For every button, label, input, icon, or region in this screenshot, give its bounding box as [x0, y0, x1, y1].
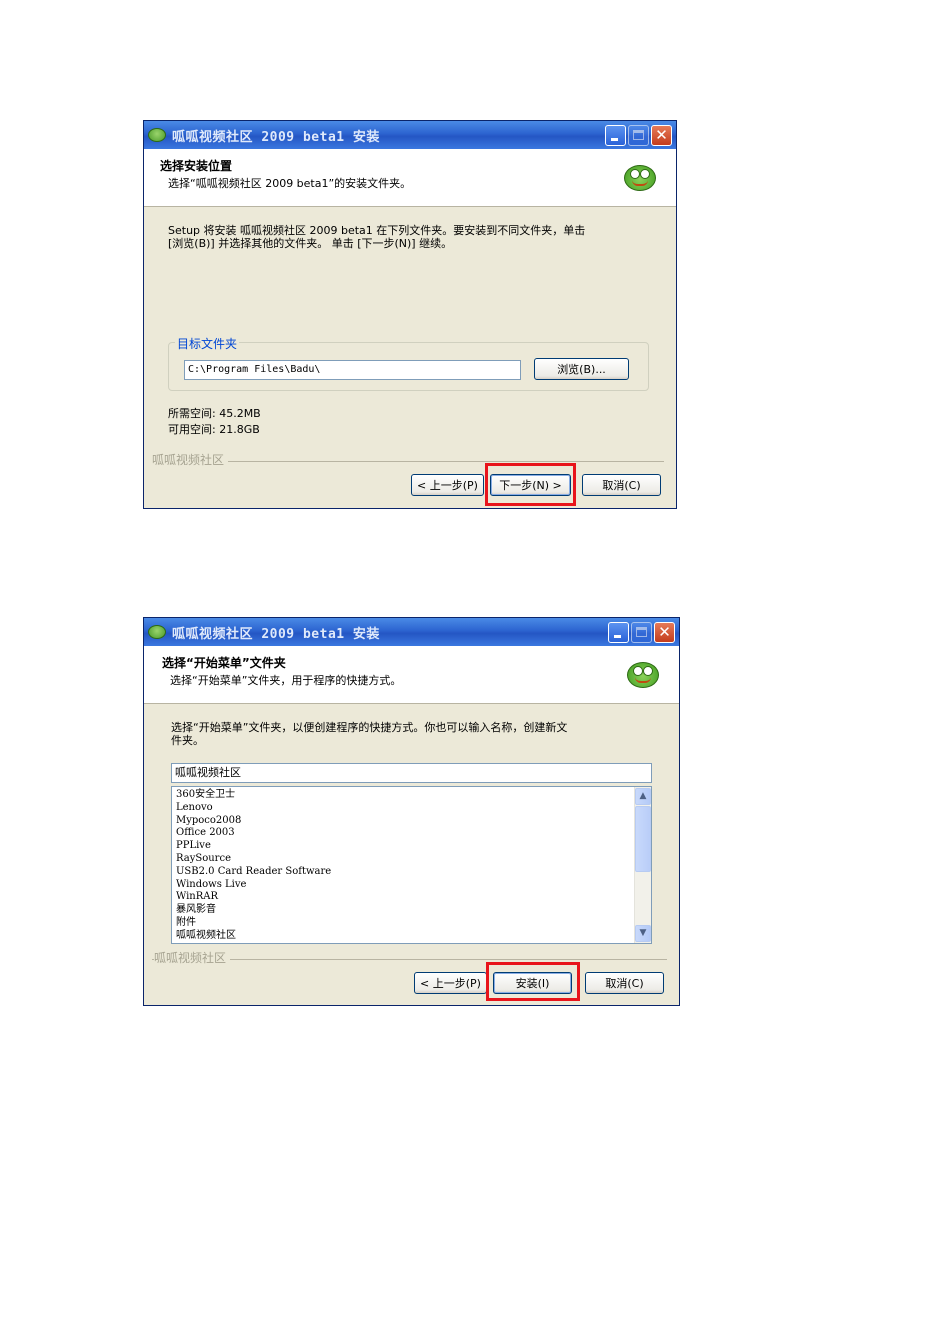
list-item[interactable]: Office 2003	[176, 827, 647, 840]
description-line: 件夹。	[171, 734, 204, 747]
install-button[interactable]: 安装(I)	[493, 972, 572, 994]
cancel-button[interactable]: 取消(C)	[585, 972, 664, 994]
close-icon: ✕	[655, 125, 668, 144]
header-title: 选择安装位置	[160, 159, 233, 173]
scroll-thumb[interactable]	[635, 806, 651, 872]
list-item[interactable]: PPLive	[176, 840, 647, 853]
minimize-button[interactable]	[605, 124, 626, 146]
header-title: 选择“开始菜单”文件夹	[162, 656, 286, 670]
space-required: 所需空间: 45.2MB	[168, 407, 261, 420]
list-item[interactable]: WinRAR	[176, 891, 647, 904]
close-button[interactable]: ✕	[651, 124, 672, 146]
title-bar[interactable]: 呱呱视频社区 2009 beta1 安装 ✕	[144, 121, 676, 149]
minimize-icon	[614, 634, 621, 638]
start-menu-folder-list[interactable]: 360安全卫士 Lenovo Mypoco2008 Office 2003 PPLive…	[171, 786, 652, 944]
group-label: 目标文件夹	[175, 335, 240, 352]
list-item[interactable]: 附件	[176, 917, 647, 930]
minimize-icon	[611, 137, 618, 141]
disk-space-info: 所需空间: 45.2MB 可用空间: 21.8GB	[168, 406, 261, 438]
start-menu-folder-dialog: 呱呱视频社区 2009 beta1 安装 ✕ 选择“开始菜单”文件夹 选择“开始…	[143, 617, 680, 1006]
header-subtitle: 选择“开始菜单”文件夹，用于程序的快捷方式。	[170, 674, 402, 687]
list-item[interactable]: 360安全卫士	[176, 789, 647, 802]
brand-text: 呱呱视频社区	[154, 949, 231, 966]
divider	[152, 461, 664, 462]
back-button[interactable]: < 上一步(P)	[414, 972, 487, 994]
dialog-header: 选择“开始菜单”文件夹 选择“开始菜单”文件夹，用于程序的快捷方式。	[144, 646, 679, 704]
title-bar[interactable]: 呱呱视频社区 2009 beta1 安装 ✕	[144, 618, 679, 646]
install-location-dialog: 呱呱视频社区 2009 beta1 安装 ✕ 选择安装位置 选择“呱呱视频社区 …	[143, 120, 677, 509]
next-button[interactable]: 下一步(N) >	[490, 474, 571, 496]
description-line: [浏览(B)] 并选择其他的文件夹。 单击 [下一步(N)] 继续。	[168, 237, 453, 250]
list-item[interactable]: Mypoco2008	[176, 815, 647, 828]
frog-icon	[148, 128, 166, 142]
frog-icon	[148, 625, 166, 639]
list-item[interactable]: Windows Live	[176, 879, 647, 892]
maximize-icon	[636, 626, 647, 637]
brand-text: 呱呱视频社区	[152, 451, 229, 468]
list-item[interactable]: RaySource	[176, 853, 647, 866]
minimize-button[interactable]	[608, 621, 629, 643]
description: Setup 将安装 呱呱视频社区 2009 beta1 在下列文件夹。要安装到不…	[168, 224, 585, 250]
window-title: 呱呱视频社区 2009 beta1 安装	[172, 129, 380, 145]
description: 选择“开始菜单”文件夹，以便创建程序的快捷方式。你也可以输入名称，创建新文 件夹…	[171, 721, 567, 747]
back-button[interactable]: < 上一步(P)	[411, 474, 484, 496]
scroll-down-button[interactable]: ▼	[635, 925, 651, 942]
folder-list: 360安全卫士 Lenovo Mypoco2008 Office 2003 PPLive…	[172, 787, 651, 943]
cancel-button[interactable]: 取消(C)	[582, 474, 661, 496]
maximize-button	[628, 124, 649, 146]
chevron-up-icon: ▲	[639, 791, 647, 801]
dialog-header: 选择安装位置 选择“呱呱视频社区 2009 beta1”的安装文件夹。	[144, 149, 676, 207]
description-line: Setup 将安装 呱呱视频社区 2009 beta1 在下列文件夹。要安装到不…	[168, 224, 586, 237]
list-item[interactable]: USB2.0 Card Reader Software	[176, 866, 647, 879]
header-subtitle: 选择“呱呱视频社区 2009 beta1”的安装文件夹。	[168, 177, 412, 190]
list-item[interactable]: 呱呱视频社区	[176, 930, 647, 943]
list-item[interactable]: 暴风影音	[176, 904, 647, 917]
start-menu-folder-input[interactable]: 呱呱视频社区	[171, 763, 652, 783]
frog-logo-icon	[624, 165, 656, 191]
browse-button[interactable]: 浏览(B)...	[534, 358, 629, 380]
space-available: 可用空间: 21.8GB	[168, 423, 260, 436]
list-scrollbar[interactable]: ▲ ▼	[634, 787, 651, 943]
maximize-icon	[633, 129, 644, 140]
close-icon: ✕	[658, 622, 671, 641]
chevron-down-icon: ▼	[639, 928, 647, 938]
window-title: 呱呱视频社区 2009 beta1 安装	[172, 626, 380, 642]
scroll-up-button[interactable]: ▲	[635, 788, 651, 805]
maximize-button	[631, 621, 652, 643]
description-line: 选择“开始菜单”文件夹，以便创建程序的快捷方式。你也可以输入名称，创建新文	[171, 721, 568, 734]
frog-logo-icon	[627, 662, 659, 688]
list-item[interactable]: Lenovo	[176, 802, 647, 815]
close-button[interactable]: ✕	[654, 621, 675, 643]
destination-folder-input[interactable]: C:\Program Files\Badu\	[184, 360, 521, 380]
